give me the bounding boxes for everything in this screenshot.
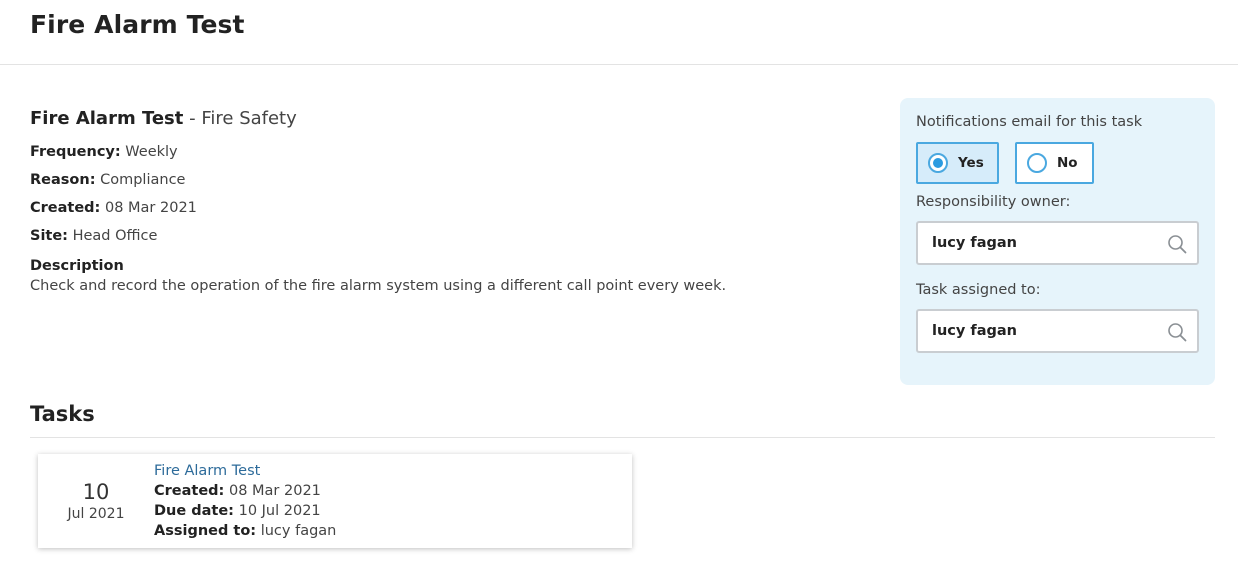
frequency-value: Weekly (125, 144, 178, 160)
task-created-value: 08 Mar 2021 (228, 483, 321, 499)
reason-row: Reason: Compliance (30, 166, 850, 194)
title-separator: - (183, 108, 202, 129)
owner-search-field[interactable] (916, 221, 1199, 265)
radio-unchecked-icon (1027, 153, 1047, 173)
notify-no-label: No (1057, 155, 1078, 171)
created-row: Created: 08 Mar 2021 (30, 194, 850, 222)
task-assigned-label: Assigned to: (154, 523, 257, 539)
details-title: Fire Alarm Test - Fire Safety (30, 106, 850, 132)
site-row: Site: Head Office (30, 222, 850, 250)
owner-label: Responsibility owner: (916, 194, 1071, 210)
task-date-block: 10 Jul 2021 (38, 454, 154, 548)
task-card[interactable]: 10 Jul 2021 Fire Alarm Test Created: 08 … (38, 454, 632, 548)
page-title: Fire Alarm Test (30, 10, 245, 39)
task-month-year: Jul 2021 (67, 506, 125, 522)
tasks-heading: Tasks (30, 402, 95, 426)
page-header: Fire Alarm Test (0, 0, 1238, 65)
assignee-input[interactable] (932, 311, 1152, 351)
task-category: Fire Safety (201, 108, 297, 129)
description-label: Description (30, 258, 124, 274)
task-info: Fire Alarm Test Created: 08 Mar 2021 Due… (154, 461, 336, 541)
tasks-divider (30, 437, 1215, 438)
task-assigned-value: lucy fagan (260, 523, 337, 539)
site-value: Head Office (72, 228, 158, 244)
reason-label: Reason: (30, 172, 96, 188)
search-icon[interactable] (1167, 234, 1187, 254)
task-created-row: Created: 08 Mar 2021 (154, 481, 336, 501)
task-due-row: Due date: 10 Jul 2021 (154, 501, 336, 521)
task-due-value: 10 Jul 2021 (238, 503, 321, 519)
notify-yes-label: Yes (958, 155, 984, 171)
task-name: Fire Alarm Test (30, 108, 184, 129)
assignee-search-field[interactable] (916, 309, 1199, 353)
search-icon[interactable] (1167, 322, 1187, 342)
task-details: Fire Alarm Test - Fire Safety Frequency:… (30, 106, 850, 296)
description-text: Check and record the operation of the fi… (30, 278, 727, 294)
reason-value: Compliance (100, 172, 186, 188)
notify-no-radio[interactable]: No (1015, 142, 1094, 184)
site-label: Site: (30, 228, 68, 244)
notifications-label: Notifications email for this task (916, 114, 1143, 130)
assigned-label: Task assigned to: (916, 282, 1041, 298)
frequency-label: Frequency: (30, 144, 121, 160)
frequency-row: Frequency: Weekly (30, 138, 850, 166)
radio-checked-icon (928, 153, 948, 173)
task-due-label: Due date: (154, 503, 234, 519)
created-value: 08 Mar 2021 (104, 200, 197, 216)
created-label: Created: (30, 200, 101, 216)
task-title-link[interactable]: Fire Alarm Test (154, 461, 336, 481)
task-created-label: Created: (154, 483, 225, 499)
notify-yes-radio[interactable]: Yes (916, 142, 999, 184)
task-day: 10 (82, 480, 110, 504)
settings-panel: Notifications email for this task Yes No… (900, 98, 1215, 385)
owner-input[interactable] (932, 223, 1152, 263)
task-assigned-row: Assigned to: lucy fagan (154, 521, 336, 541)
